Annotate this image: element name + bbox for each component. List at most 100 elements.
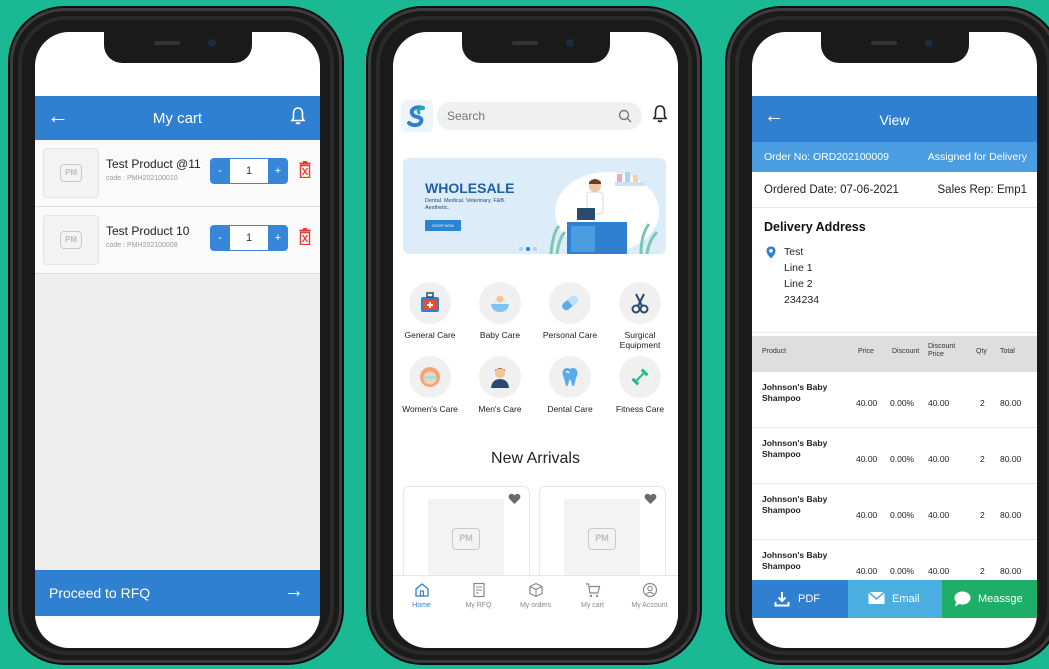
category-circle	[549, 282, 591, 324]
table-header: Product Price Discount Discount Price Qt…	[752, 336, 1037, 372]
nav-label: My orders	[519, 602, 552, 609]
category-womens-care[interactable]: Women's Care	[395, 356, 465, 414]
product-code: code : PMH202100008	[106, 242, 178, 249]
home-screen: WHOLESALE Dental. Medical. Veterinary. F…	[393, 32, 678, 648]
pm-logo-icon: PM	[60, 231, 82, 249]
category-label: Fitness Care	[615, 404, 665, 414]
pm-logo-icon: PM	[452, 528, 480, 550]
category-personal-care[interactable]: Personal Care	[535, 282, 605, 340]
increase-qty-button[interactable]: +	[268, 158, 288, 184]
ordered-date: Ordered Date: 07-06-2021	[764, 184, 899, 196]
discount-price-cell: 40.00	[928, 454, 950, 464]
discount-price-cell: 40.00	[928, 510, 950, 520]
decrease-qty-button[interactable]: -	[210, 158, 230, 184]
column-header: Qty	[976, 348, 987, 355]
table-row[interactable]: Johnson's Baby Shampoo 40.00 0.00% 40.00…	[752, 428, 1037, 484]
nav-my-cart[interactable]: My cart	[564, 582, 621, 609]
category-fitness-care[interactable]: Fitness Care	[605, 356, 675, 414]
order-header: ← View	[752, 96, 1037, 142]
heart-icon[interactable]	[644, 493, 657, 505]
pm-logo-icon: PM	[588, 528, 616, 550]
shop-now-button[interactable]: SHOP NOW	[425, 220, 461, 231]
total-cell: 80.00	[1000, 566, 1022, 576]
nav-my-rfq[interactable]: My RFQ	[450, 582, 507, 609]
nav-label: My Account	[631, 602, 668, 609]
product-name: Johnson's Baby Shampoo	[762, 550, 828, 571]
status-badge: Assigned for Delivery	[927, 151, 1027, 163]
sales-rep: Sales Rep: Emp1	[937, 184, 1028, 196]
address-line: Test	[784, 246, 804, 258]
decrease-qty-button[interactable]: -	[210, 225, 230, 251]
cart-item: PM Test Product @11 code : PMH202100010 …	[35, 140, 320, 207]
address-line: Line 1	[784, 262, 813, 274]
message-button[interactable]: Meassge	[942, 580, 1037, 618]
carousel-dots[interactable]	[519, 238, 540, 254]
column-header: Total	[1000, 348, 1015, 355]
delivery-address-heading: Delivery Address	[764, 220, 866, 234]
product-thumbnail: PM	[43, 215, 99, 265]
category-circle	[619, 282, 661, 324]
category-label: Baby Care	[479, 330, 521, 340]
category-surgical-equipment[interactable]: Surgical Equipment	[605, 282, 675, 350]
column-header: Product	[762, 348, 787, 355]
quantity-stepper: - 1 +	[210, 158, 288, 184]
email-button[interactable]: Email	[848, 580, 942, 618]
bell-icon[interactable]	[652, 104, 668, 124]
trash-icon[interactable]	[299, 228, 311, 245]
table-row[interactable]: Johnson's Baby Shampoo 40.00 0.00% 40.00…	[752, 372, 1037, 428]
category-circle	[619, 356, 661, 398]
product-name[interactable]: Test Product 10	[106, 224, 189, 238]
increase-qty-button[interactable]: +	[268, 225, 288, 251]
table-row[interactable]: Johnson's Baby Shampoo 40.00 0.00% 40.00…	[752, 484, 1037, 540]
tooth-icon	[562, 368, 578, 387]
category-circle	[549, 356, 591, 398]
baby-bath-icon	[491, 295, 509, 312]
carousel-dot-active[interactable]	[526, 247, 530, 251]
category-general-care[interactable]: General Care	[395, 282, 465, 340]
column-header: Discount	[892, 348, 920, 355]
category-mens-care[interactable]: Men's Care	[465, 356, 535, 414]
pdf-label: PDF	[798, 593, 820, 605]
quantity-value[interactable]: 1	[230, 225, 268, 251]
home-icon	[414, 583, 429, 597]
account-icon	[642, 582, 657, 598]
nav-my-orders[interactable]: My orders	[507, 582, 564, 609]
address-line: Line 2	[784, 278, 813, 290]
category-label: Surgical Equipment	[619, 330, 661, 350]
nav-home[interactable]: Home	[393, 582, 450, 609]
download-pdf-button[interactable]: PDF	[752, 580, 848, 618]
carousel-dot[interactable]	[519, 247, 523, 251]
product-name[interactable]: Test Product @11	[106, 157, 201, 171]
nav-label: My cart	[581, 602, 604, 609]
nav-my-account[interactable]: My Account	[621, 582, 678, 609]
promo-banner[interactable]: WHOLESALE Dental. Medical. Veterinary. F…	[403, 158, 666, 254]
search-input[interactable]	[447, 102, 607, 130]
proceed-to-rfq-button[interactable]: Proceed to RFQ →	[35, 570, 320, 616]
man-icon	[491, 368, 509, 388]
price-cell: 40.00	[856, 510, 878, 520]
phone-notch	[820, 32, 969, 63]
product-image: PM	[428, 499, 504, 579]
heart-icon[interactable]	[508, 493, 521, 505]
discount-cell: 0.00%	[890, 510, 915, 520]
address-line: 234234	[784, 294, 820, 306]
delivery-address: Delivery Address Test Line 1 Line 2 2342…	[752, 208, 1037, 333]
category-circle	[479, 356, 521, 398]
search-icon[interactable]	[618, 109, 632, 123]
qty-cell: 2	[980, 566, 985, 576]
category-label: Personal Care	[542, 330, 598, 340]
category-baby-care[interactable]: Baby Care	[465, 282, 535, 340]
discount-price-cell: 40.00	[928, 566, 950, 576]
box-icon	[528, 582, 543, 598]
app-logo-icon[interactable]	[401, 100, 433, 132]
carousel-dot[interactable]	[533, 247, 537, 251]
column-header: Discount Price	[928, 343, 956, 358]
bell-icon[interactable]	[290, 106, 306, 126]
quantity-value[interactable]: 1	[230, 158, 268, 184]
capsule-icon	[562, 295, 578, 311]
trash-icon[interactable]	[299, 161, 311, 178]
category-dental-care[interactable]: Dental Care	[535, 356, 605, 414]
phone-frame-home: WHOLESALE Dental. Medical. Veterinary. F…	[368, 8, 700, 663]
product-name: Johnson's Baby Shampoo	[762, 494, 828, 515]
phone-frame-order: ← View Order No: ORD202100009 Assigned f…	[727, 8, 1049, 663]
